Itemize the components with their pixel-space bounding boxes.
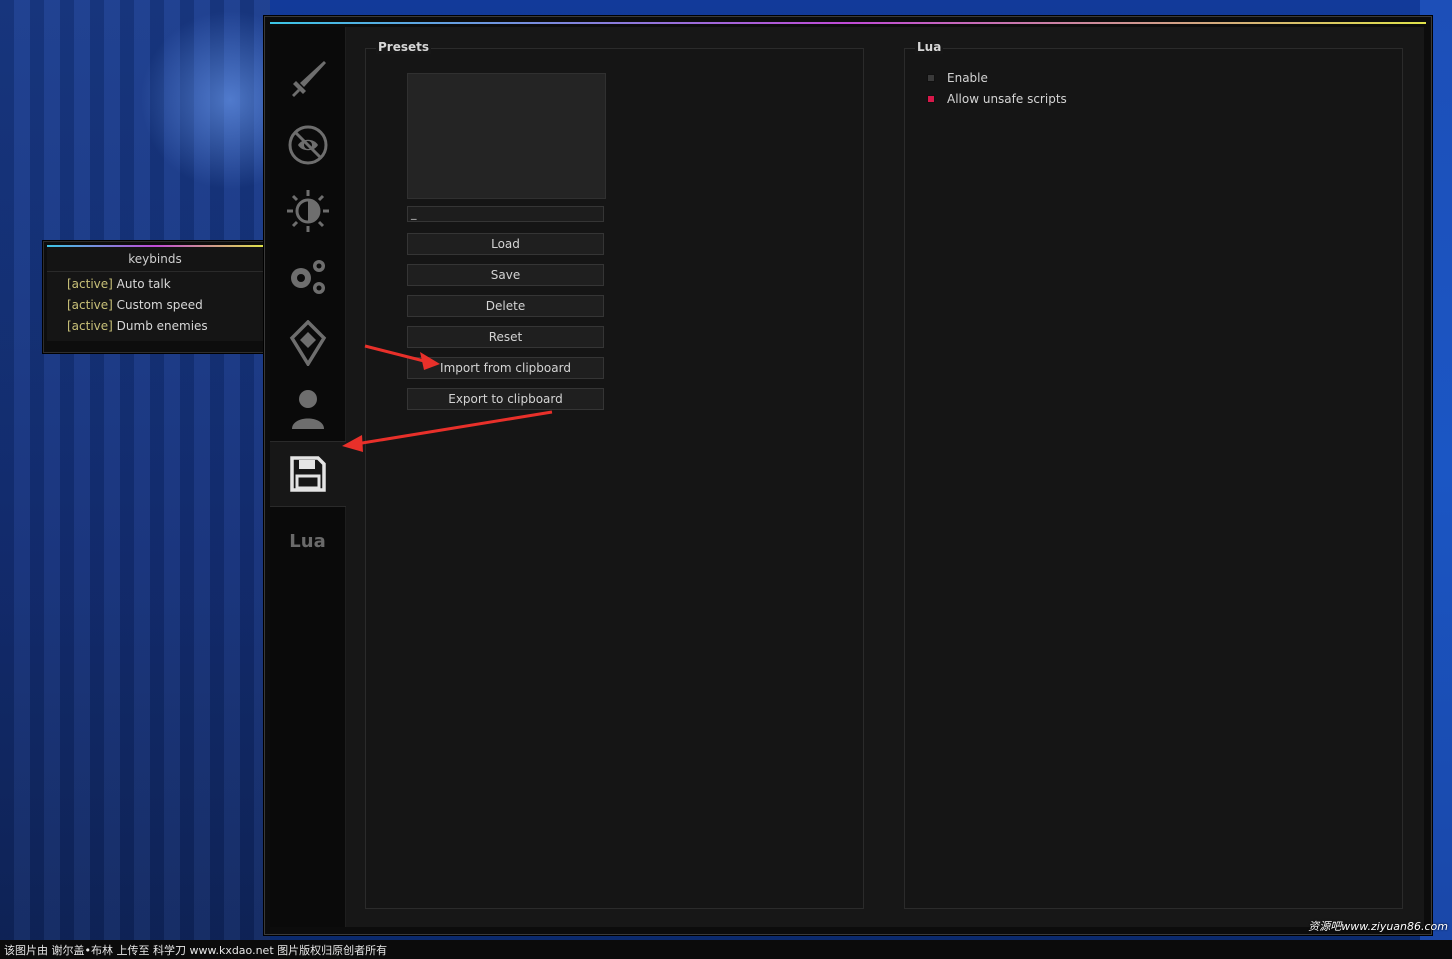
keybind-state: [active] (67, 298, 113, 312)
floppy-disk-icon (290, 456, 326, 492)
lua-title: Lua (915, 40, 944, 54)
sidebar: Lua (270, 27, 346, 927)
keybind-name: Auto talk (116, 277, 171, 291)
import-from-clipboard-button[interactable]: Import from clipboard (407, 357, 604, 379)
eye-crossed-icon (288, 125, 327, 165)
enable-label: Enable (947, 71, 988, 85)
map-marker-icon (289, 320, 326, 366)
keybinds-list: [active] Auto talk [active] Custom speed… (47, 272, 263, 341)
load-button[interactable]: Load (407, 233, 604, 255)
tab-combat[interactable] (270, 47, 345, 111)
keybinds-panel: keybinds [active] Auto talk [active] Cus… (43, 241, 267, 353)
gears-icon (290, 260, 325, 294)
tab-visuals[interactable] (270, 113, 345, 177)
keybinds-title: keybinds (47, 247, 263, 272)
keybind-item: [active] Custom speed (47, 295, 263, 316)
keybind-item: [active] Auto talk (47, 274, 263, 295)
keybind-item: [active] Dumb enemies (47, 316, 263, 337)
brightness-icon (286, 190, 329, 232)
caption-text: 该图片由 谢尔盖•布林 上传至 科学刀 www.kxdao.net 图片版权归原… (4, 944, 388, 957)
lua-group: Lua Enable Allow unsafe scripts (904, 40, 1403, 909)
enable-checkbox-row[interactable]: Enable (927, 69, 988, 87)
allow-unsafe-scripts-row[interactable]: Allow unsafe scripts (927, 90, 1067, 108)
tab-player[interactable] (270, 377, 345, 441)
enable-checkbox[interactable] (927, 74, 935, 82)
window-accent-line (270, 22, 1426, 24)
keybind-state: [active] (67, 319, 113, 333)
allow-unsafe-scripts-label: Allow unsafe scripts (947, 92, 1067, 106)
presets-group: Presets _ Load Save Delete Reset Import … (365, 40, 864, 909)
reset-button[interactable]: Reset (407, 326, 604, 348)
presets-title: Presets (376, 40, 432, 54)
tab-lua[interactable]: Lua (270, 509, 345, 573)
preset-list[interactable] (407, 73, 606, 199)
tab-teleport[interactable] (270, 311, 345, 375)
sword-icon (291, 61, 326, 97)
tab-misc[interactable] (270, 245, 345, 309)
tab-brightness[interactable] (270, 179, 345, 243)
allow-unsafe-scripts-checkbox[interactable] (927, 95, 935, 103)
tab-config[interactable] (270, 441, 346, 507)
tab-lua-label: Lua (289, 530, 326, 552)
user-icon (291, 390, 324, 429)
keybind-name: Custom speed (116, 298, 203, 312)
keybind-state: [active] (67, 277, 113, 291)
export-to-clipboard-button[interactable]: Export to clipboard (407, 388, 604, 410)
keybind-name: Dumb enemies (116, 319, 208, 333)
delete-button[interactable]: Delete (407, 295, 604, 317)
content-area: Presets _ Load Save Delete Reset Import … (346, 27, 1424, 927)
watermark: 资源吧www.ziyuan86.com (1308, 920, 1448, 933)
preset-name-input[interactable]: _ (407, 206, 604, 222)
main-window: Lua Presets _ Load Save Delete Reset Imp… (264, 16, 1432, 935)
save-button[interactable]: Save (407, 264, 604, 286)
